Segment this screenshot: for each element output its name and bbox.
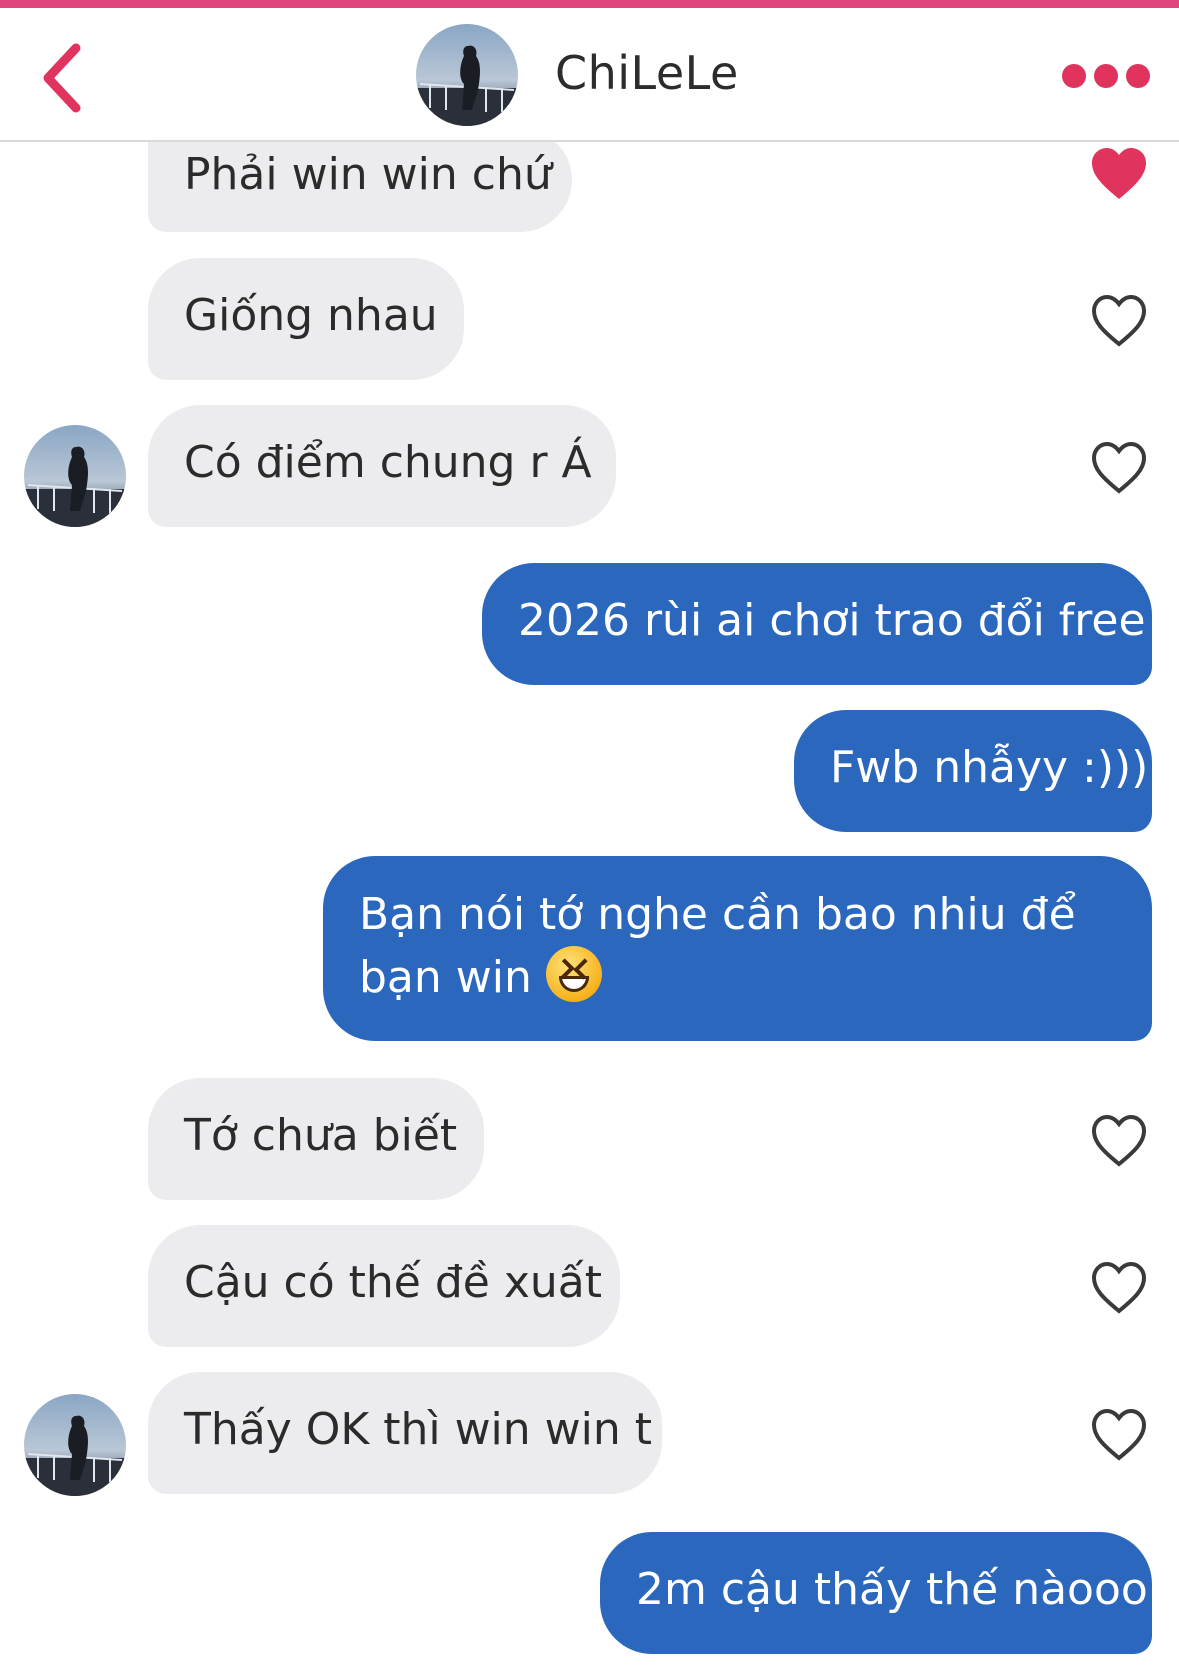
heart-outline-icon[interactable]: [1090, 1114, 1148, 1168]
avatar-photo: [24, 1394, 126, 1496]
incoming-message[interactable]: Thấy OK thì win win t: [148, 1372, 662, 1494]
grinning-squinting-face-icon: [545, 946, 602, 1002]
back-button[interactable]: [36, 38, 96, 118]
contact-avatar[interactable]: [24, 1394, 126, 1496]
outgoing-message[interactable]: 2026 rùi ai chơi trao đổi free: [482, 563, 1152, 685]
more-options-button[interactable]: [1062, 64, 1158, 100]
heart-filled-icon[interactable]: [1090, 147, 1148, 201]
outgoing-message[interactable]: 2m cậu thấy thế nàooo: [600, 1532, 1152, 1654]
message-text: Fwb nhẫyy :))): [830, 742, 1149, 793]
message-text: Thấy OK thì win win t: [184, 1404, 652, 1455]
more-dots-icon: [1062, 64, 1086, 88]
incoming-message[interactable]: Cậu có thế đề xuất: [148, 1225, 620, 1347]
message-text: Cậu có thế đề xuất: [184, 1257, 602, 1308]
message-text: Giống nhau: [184, 290, 438, 341]
contact-avatar[interactable]: [24, 425, 126, 527]
message-text: Phải win win chứ: [184, 149, 552, 200]
message-list[interactable]: Phải win win chứ Giống nhau Có điểm chun…: [0, 0, 1179, 1666]
message-text-line: bạn win: [359, 946, 1116, 1009]
more-dots-icon: [1094, 64, 1118, 88]
outgoing-message[interactable]: Bạn nói tớ nghe cần bao nhiu để bạn win: [323, 856, 1152, 1041]
message-text: bạn win: [359, 952, 532, 1003]
chat-header: ChiLeLe: [0, 8, 1179, 142]
incoming-message[interactable]: Giống nhau: [148, 258, 464, 380]
incoming-message[interactable]: Tớ chưa biết: [148, 1078, 484, 1200]
message-text: Có điểm chung r Á: [184, 437, 592, 488]
chevron-left-icon: [43, 43, 81, 113]
heart-outline-icon[interactable]: [1090, 441, 1148, 495]
message-text: 2026 rùi ai chơi trao đổi free: [518, 595, 1146, 646]
avatar-photo: [24, 425, 126, 527]
incoming-message[interactable]: Có điểm chung r Á: [148, 405, 616, 527]
heart-outline-icon[interactable]: [1090, 294, 1148, 348]
heart-outline-icon[interactable]: [1090, 1261, 1148, 1315]
message-text-line: Bạn nói tớ nghe cần bao nhiu để: [359, 889, 1076, 940]
heart-outline-icon[interactable]: [1090, 1408, 1148, 1462]
incoming-message[interactable]: Phải win win chứ: [148, 128, 572, 232]
message-text: 2m cậu thấy thế nàooo: [636, 1564, 1148, 1615]
header-avatar[interactable]: [416, 24, 518, 126]
avatar-photo: [416, 24, 518, 126]
more-dots-icon: [1126, 64, 1150, 88]
contact-name[interactable]: ChiLeLe: [555, 46, 739, 100]
outgoing-message[interactable]: Fwb nhẫyy :))): [794, 710, 1152, 832]
message-text: Tớ chưa biết: [184, 1110, 458, 1161]
